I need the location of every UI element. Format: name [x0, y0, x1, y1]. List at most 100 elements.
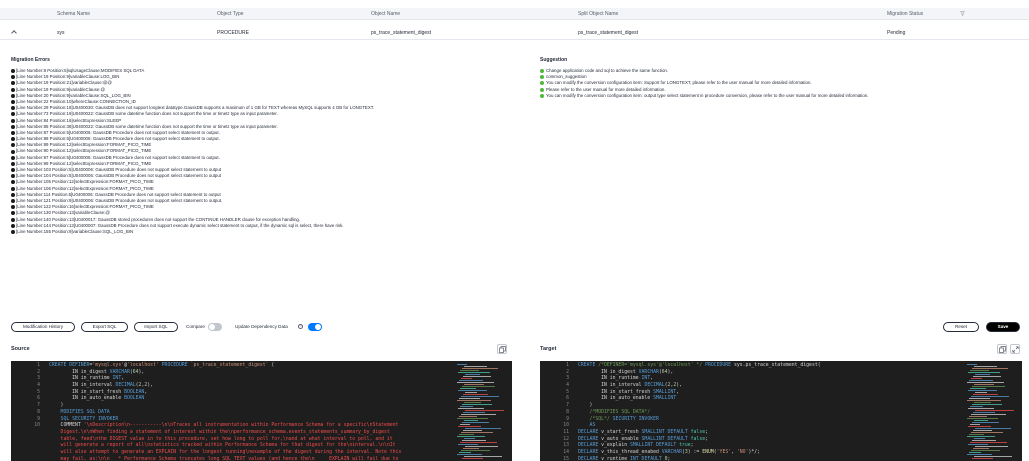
code-line: CREATE /*DEFINER='mysql.sys'@'localhost'… [578, 363, 821, 370]
minimap-line [969, 452, 981, 453]
minimap-line [459, 380, 483, 381]
minimap-line [969, 398, 990, 399]
minimap-line [460, 406, 473, 407]
minimap-line [461, 432, 493, 433]
code-line: may fail, as:\n\n * Performance Schema t… [49, 457, 401, 461]
code-token: IN in_runtime [578, 376, 642, 382]
minimap-line [461, 450, 490, 451]
line-number: 4 [566, 383, 569, 389]
code-line: DECLARE v_this_thread_enabed VARCHAR(3) … [578, 450, 821, 457]
error-icon [11, 143, 15, 148]
code-token: IN in_start_fresh [49, 389, 125, 395]
help-icon[interactable]: ? [298, 324, 303, 329]
success-icon [540, 87, 544, 92]
error-item: [Line Number:155 Position:9]variableClau… [11, 229, 374, 235]
minimap-line [971, 432, 1003, 433]
collapse-chevron-icon[interactable] [11, 30, 17, 36]
line-number: 15 [563, 456, 569, 461]
minimap-line [972, 440, 996, 441]
col-object-name: Object Name [371, 11, 401, 17]
col-schema-name: Schema Name [57, 11, 91, 17]
code-token: BOOLEAN [124, 396, 145, 402]
col-split-object-name: Split Object Name [578, 11, 619, 17]
minimap-line [462, 422, 489, 423]
source-line-numbers: 1 2 3 4 5 6 7 8 9 10 [11, 361, 43, 461]
code-token: v_this_thread_enabed [601, 449, 662, 455]
code-line: DECLARE v_explain SMALLINT DEFAULT true; [578, 443, 821, 450]
reset-button[interactable]: Reset [943, 322, 979, 332]
filter-icon[interactable] [960, 11, 965, 16]
target-minimap[interactable] [965, 361, 1015, 461]
code-line: IN in_auto_enable SMALLINT [578, 396, 821, 403]
minimap-line [972, 386, 1005, 387]
code-line: Digest.\n\nWhen finding a statement of i… [49, 430, 401, 437]
minimap-line [464, 384, 484, 385]
minimap-line [969, 380, 993, 381]
minimap-line [464, 420, 478, 421]
minimap-line [970, 406, 983, 407]
compare-toggle[interactable] [208, 323, 222, 331]
suggestion-list: Change application code and sql to achie… [540, 68, 868, 99]
minimap-line [465, 374, 480, 375]
error-icon [11, 149, 15, 154]
target-editor[interactable]: 12345678910111213141516 CREATE /*DEFINER… [540, 361, 1022, 461]
code-token: IN in_auto_enable [578, 396, 654, 402]
code-line: MODIFIES SQL DATA [49, 410, 401, 417]
source-minimap[interactable] [455, 361, 505, 461]
cell-schema-name: sys [57, 30, 65, 36]
copy-icon [499, 346, 506, 353]
minimap-line [463, 376, 491, 377]
code-line: AS [578, 423, 821, 430]
code-token: may fail, as:\n\n * Performance Schema t… [49, 456, 399, 461]
code-line: will also attempt to generate an EXPLAIN… [49, 450, 402, 457]
minimap-line [972, 404, 1002, 405]
code-token: ENUM [702, 449, 714, 455]
success-icon [540, 93, 544, 98]
source-editor[interactable]: 1 2 3 4 5 6 7 8 9 10 CREATE DEFINER='mysql.sys'@'… [11, 361, 512, 461]
minimap-line [968, 444, 988, 445]
error-icon [11, 112, 15, 117]
minimap-line [465, 410, 504, 411]
code-line: IN in_auto_enable BOOLEAN [49, 396, 401, 403]
code-token: BOOLEAN [124, 389, 145, 395]
success-icon [540, 75, 544, 80]
code-token: 'localhost' [127, 363, 159, 368]
import-sql-button[interactable]: Import SQL [134, 322, 178, 332]
code-token: DECLARE [578, 449, 602, 455]
line-number: 1 [566, 363, 569, 368]
source-copy-button[interactable] [497, 344, 507, 354]
minimap-line [465, 446, 498, 447]
minimap-line [457, 418, 488, 419]
minimap-line [974, 438, 985, 439]
update-dependency-toggle[interactable] [308, 323, 322, 331]
error-icon [11, 174, 15, 179]
target-title: Target [540, 346, 557, 352]
cell-split-object-name: ps_trace_statement_digest [578, 30, 639, 36]
minimap-line [967, 382, 1004, 383]
minimap-line [463, 448, 479, 449]
target-fullscreen-button[interactable] [1010, 344, 1020, 354]
minimap-line [462, 386, 495, 387]
save-button[interactable]: Save [986, 322, 1020, 332]
target-copy-button[interactable] [997, 344, 1007, 354]
minimap-line [970, 388, 986, 389]
export-sql-button[interactable]: Export SQL [81, 322, 128, 332]
code-line: DECLARE v_start_fresh SMALLINT DEFAULT f… [578, 430, 821, 437]
code-token: , [676, 389, 680, 395]
code-token: '\nDescription\n-----------\n\nTraces al… [83, 423, 399, 429]
code-token: ; [705, 436, 708, 442]
error-icon [11, 205, 15, 210]
code-token: IN in_interval [49, 383, 116, 389]
code-token: false [690, 429, 706, 435]
cell-object-name: ps_trace_statement_digest [371, 30, 432, 36]
minimap-line [975, 392, 987, 393]
error-icon [11, 161, 15, 166]
minimap-line [971, 378, 982, 379]
code-token: IN in_digest [49, 369, 110, 375]
minimap-line [967, 454, 992, 455]
table-row[interactable]: sys PROCEDURE ps_trace_statement_digest … [0, 26, 1029, 40]
code-token: COMMENT [49, 423, 84, 429]
code-token: SMALLINT [653, 389, 677, 395]
modification-history-button[interactable]: Modification History [11, 322, 75, 332]
code-token: INT [641, 376, 651, 382]
